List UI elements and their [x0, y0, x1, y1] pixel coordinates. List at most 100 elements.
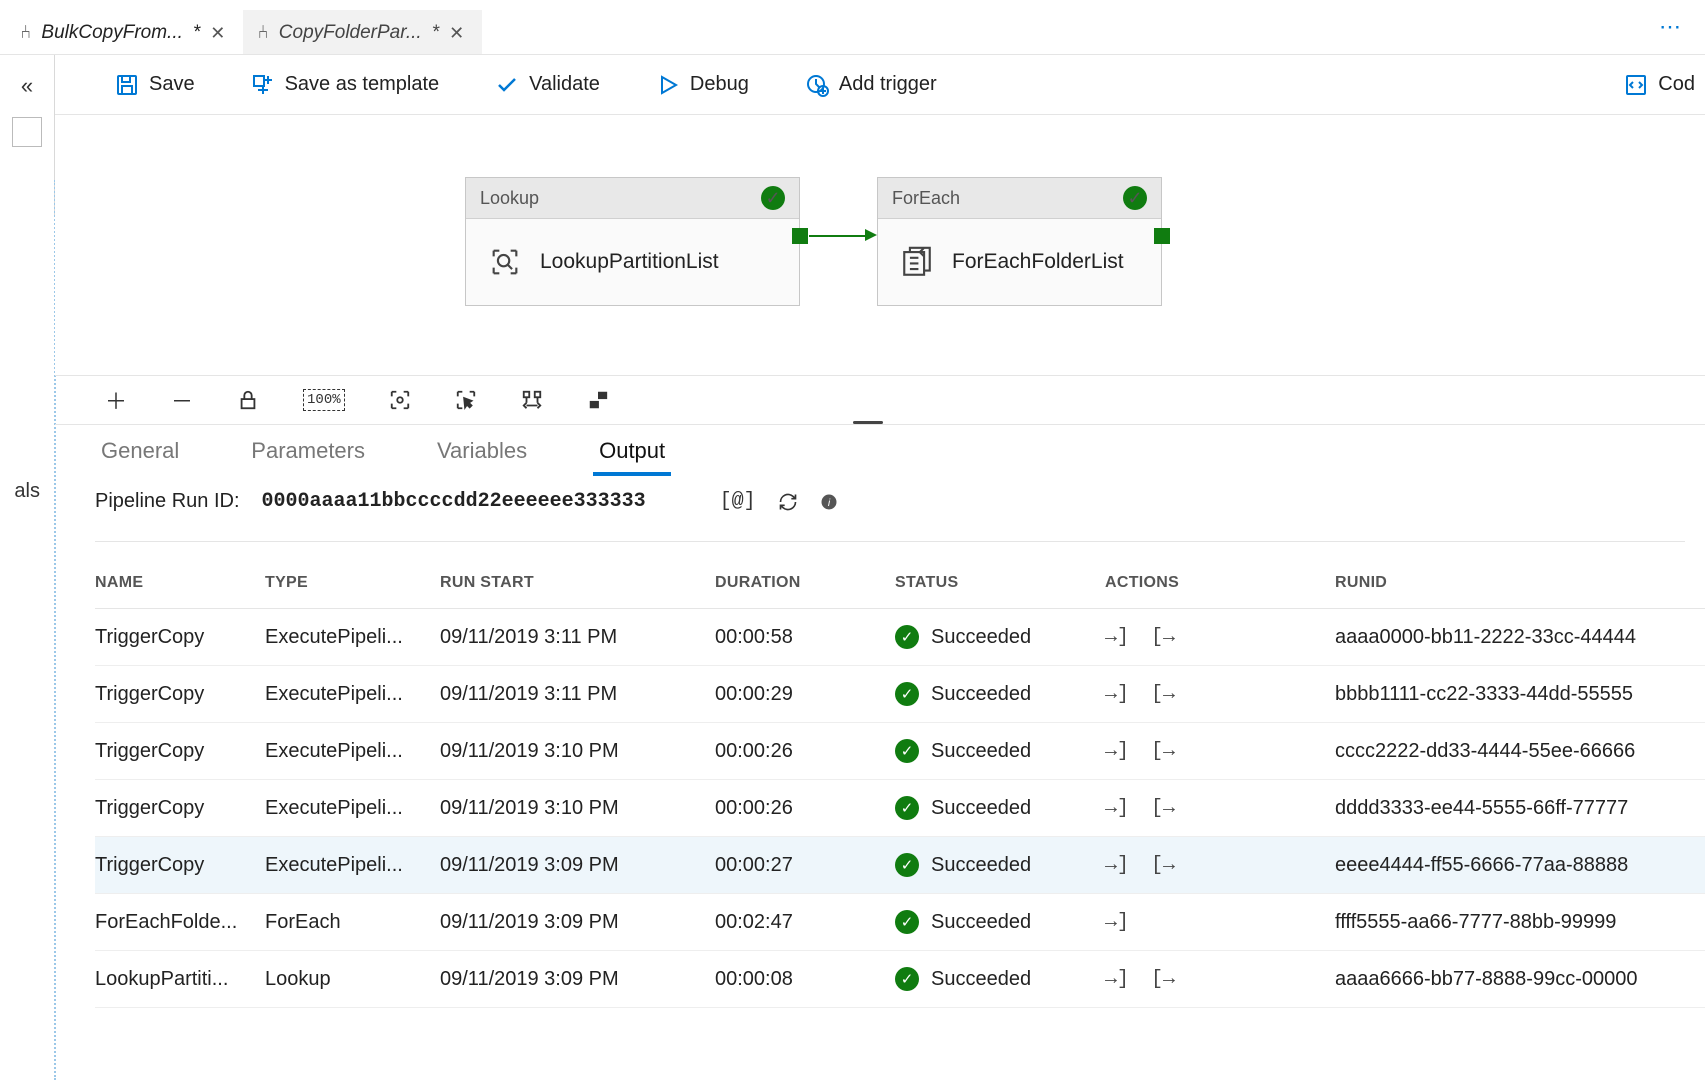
activity-name: LookupPartitionList	[540, 250, 719, 274]
layout-icon[interactable]	[521, 389, 543, 411]
save-icon	[115, 73, 139, 97]
save-label: Save	[149, 73, 195, 96]
table-row[interactable]: TriggerCopyExecutePipeli...09/11/2019 3:…	[95, 723, 1705, 780]
tab-bulkcopy[interactable]: ⑃ BulkCopyFrom... * ✕	[6, 10, 243, 54]
align-icon[interactable]	[587, 389, 609, 411]
arrow-icon	[865, 229, 877, 241]
template-label: Save as template	[285, 73, 440, 96]
col-runid: RUNID	[1335, 558, 1705, 609]
table-row[interactable]: TriggerCopyExecutePipeli...09/11/2019 3:…	[95, 780, 1705, 837]
tab-parameters[interactable]: Parameters	[245, 430, 371, 476]
activity-lookup[interactable]: Lookup ✓ LookupPartitionList	[465, 177, 800, 306]
success-icon: ✓	[895, 682, 919, 706]
output-icon[interactable]: [→	[1151, 797, 1175, 820]
validate-label: Validate	[529, 73, 600, 96]
success-icon: ✓	[895, 853, 919, 877]
run-id-label: Pipeline Run ID:	[95, 490, 240, 513]
col-actions: ACTIONS	[1105, 558, 1335, 609]
trigger-icon	[805, 73, 829, 97]
close-icon[interactable]: ✕	[449, 23, 464, 44]
success-icon: ✓	[1123, 186, 1147, 210]
zoom-100-icon[interactable]: 100%	[303, 389, 345, 411]
tab-dirty: *	[193, 22, 200, 44]
table-row[interactable]: ForEachFolde...ForEach09/11/2019 3:09 PM…	[95, 894, 1705, 951]
output-table: NAME TYPE RUN START DURATION STATUS ACTI…	[95, 558, 1705, 1008]
table-header-row: NAME TYPE RUN START DURATION STATUS ACTI…	[95, 558, 1705, 609]
activity-foreach[interactable]: ForEach ✓ ForEachFolderList	[877, 177, 1162, 306]
expression-icon[interactable]: [@]	[720, 490, 756, 513]
cell-start: 09/11/2019 3:11 PM	[440, 666, 715, 723]
output-icon[interactable]: [→	[1151, 626, 1175, 649]
table-row[interactable]: TriggerCopyExecutePipeli...09/11/2019 3:…	[95, 666, 1705, 723]
success-icon: ✓	[895, 739, 919, 763]
output-icon[interactable]: [→	[1151, 683, 1175, 706]
lookup-icon	[488, 245, 522, 279]
activity-type: Lookup	[480, 188, 539, 209]
table-row[interactable]: TriggerCopyExecutePipeli...09/11/2019 3:…	[95, 837, 1705, 894]
pipeline-canvas[interactable]: Lookup ✓ LookupPartitionList ForEach ✓ F…	[55, 115, 1705, 375]
cell-start: 09/11/2019 3:10 PM	[440, 780, 715, 837]
add-trigger-button[interactable]: Add trigger	[805, 73, 937, 97]
input-icon[interactable]: →]	[1105, 740, 1129, 763]
cell-name: TriggerCopy	[95, 609, 265, 666]
resize-handle[interactable]	[853, 421, 883, 424]
code-button[interactable]: Cod	[1624, 73, 1695, 97]
tab-variables[interactable]: Variables	[431, 430, 533, 476]
tab-copyfolder[interactable]: ⑃ CopyFolderPar... * ✕	[243, 10, 482, 54]
canvas-toolbar: ＋ － 100%	[55, 375, 1705, 425]
input-icon[interactable]: →]	[1105, 968, 1129, 991]
select-icon[interactable]	[455, 389, 477, 411]
refresh-icon[interactable]	[778, 492, 798, 512]
connector-handle[interactable]	[792, 228, 808, 244]
cell-runid: cccc2222-dd33-4444-55ee-66666	[1335, 723, 1705, 780]
cell-runid: aaaa6666-bb77-8888-99cc-00000	[1335, 951, 1705, 1008]
success-icon: ✓	[895, 625, 919, 649]
code-icon	[1624, 73, 1648, 97]
cell-status: ✓Succeeded	[895, 837, 1105, 894]
table-row[interactable]: TriggerCopyExecutePipeli...09/11/2019 3:…	[95, 609, 1705, 666]
connector-handle[interactable]	[1154, 228, 1170, 244]
tab-dirty: *	[432, 22, 439, 44]
cell-runid: bbbb1111-cc22-3333-44dd-55555	[1335, 666, 1705, 723]
run-id-value: 0000aaaa11bbccccdd22eeeeee333333	[262, 490, 646, 513]
template-icon	[251, 73, 275, 97]
add-icon[interactable]: ＋	[105, 384, 127, 416]
col-start: RUN START	[440, 558, 715, 609]
validate-button[interactable]: Validate	[495, 73, 600, 97]
zoom-fit-icon[interactable]	[389, 389, 411, 411]
success-icon: ✓	[895, 910, 919, 934]
cell-actions: →] [→	[1105, 780, 1335, 837]
cell-runid: dddd3333-ee44-5555-66ff-77777	[1335, 780, 1705, 837]
info-icon[interactable]: i	[820, 493, 838, 511]
pipeline-icon: ⑃	[257, 22, 268, 44]
output-icon[interactable]: [→	[1151, 968, 1175, 991]
more-icon[interactable]: ⋯	[1659, 14, 1683, 40]
tab-general[interactable]: General	[95, 430, 185, 476]
table-row[interactable]: LookupPartiti...Lookup09/11/2019 3:09 PM…	[95, 951, 1705, 1008]
cell-name: TriggerCopy	[95, 723, 265, 780]
close-icon[interactable]: ✕	[210, 23, 225, 44]
col-name: NAME	[95, 558, 265, 609]
input-icon[interactable]: →]	[1105, 683, 1129, 706]
input-icon[interactable]: →]	[1105, 911, 1129, 934]
cell-type: ExecutePipeli...	[265, 837, 440, 894]
output-icon[interactable]: [→	[1151, 740, 1175, 763]
lock-icon[interactable]	[237, 389, 259, 411]
toolbox-item[interactable]	[12, 117, 42, 147]
save-template-button[interactable]: Save as template	[251, 73, 440, 97]
debug-button[interactable]: Debug	[656, 73, 749, 97]
tab-output[interactable]: Output	[593, 430, 671, 476]
output-icon[interactable]: [→	[1151, 854, 1175, 877]
input-icon[interactable]: →]	[1105, 626, 1129, 649]
save-button[interactable]: Save	[115, 73, 195, 97]
collapse-icon[interactable]: «	[21, 73, 33, 99]
input-icon[interactable]: →]	[1105, 797, 1129, 820]
left-rail: «	[0, 55, 55, 215]
activity-type: ForEach	[892, 188, 960, 209]
cell-dur: 00:00:26	[715, 780, 895, 837]
cell-actions: →] [→	[1105, 666, 1335, 723]
input-icon[interactable]: →]	[1105, 854, 1129, 877]
remove-icon[interactable]: －	[171, 384, 193, 416]
cell-name: TriggerCopy	[95, 666, 265, 723]
cell-type: ExecutePipeli...	[265, 723, 440, 780]
